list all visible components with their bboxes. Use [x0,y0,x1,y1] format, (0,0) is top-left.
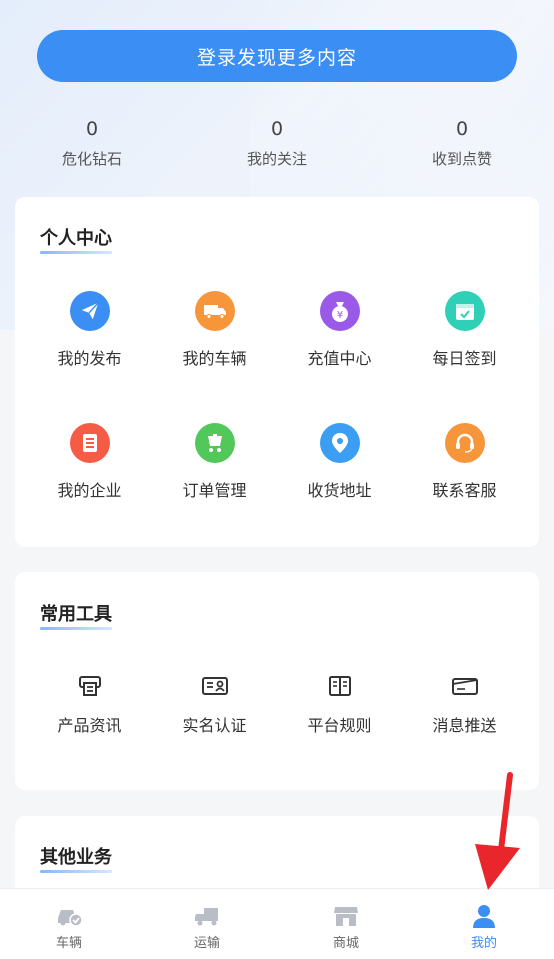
grid-item-customer-service[interactable]: 联系客服 [402,423,527,501]
tool-item-message-push[interactable]: 消息推送 [402,672,527,736]
car-icon [54,901,84,931]
stat-likes[interactable]: 0 收到点赞 [402,116,522,169]
personal-center-title: 个人中心 [40,224,112,254]
tab-label: 商城 [332,936,359,951]
printer-news-icon [76,672,104,700]
tool-item-real-name-auth[interactable]: 实名认证 [152,672,277,736]
grid-item-label: 每日签到 [432,349,497,368]
truck-icon [194,291,235,331]
tab-label: 运输 [193,936,220,951]
stat-value: 0 [85,118,99,140]
stat-label: 我的关注 [246,150,307,168]
enterprise-icon [69,423,110,463]
calendar-check-icon [444,291,485,331]
money-bag-icon: ¥ [319,291,360,331]
personal-center-card: 个人中心 我的发布 我的车辆 ¥ 充值中心 每日签到 我的企业 订单管理 收货地… [15,197,539,547]
grid-item-label: 我的发布 [57,349,122,368]
grid-item-my-posts[interactable]: 我的发布 [27,291,152,369]
tab-transport[interactable]: 运输 [138,889,276,959]
title-underline [40,870,112,873]
stats-row: 0 危化钻石 0 我的关注 0 收到点赞 [0,116,554,176]
user-icon [469,901,499,931]
login-button[interactable]: 登录发现更多内容 [37,30,517,82]
bottom-tab-bar: 车辆 运输 商城 我的 [0,888,554,959]
grid-item-daily-checkin[interactable]: 每日签到 [402,291,527,369]
stat-diamonds[interactable]: 0 危化钻石 [32,116,152,169]
grid-item-recharge[interactable]: ¥ 充值中心 [277,291,402,369]
tab-label: 我的 [470,936,497,951]
grid-item-label: 充值中心 [307,349,372,368]
grid-item-label: 订单管理 [182,481,247,500]
tab-vehicles[interactable]: 车辆 [0,889,138,959]
tool-item-label: 消息推送 [432,716,497,735]
location-pin-icon [319,423,360,463]
store-icon [331,901,361,931]
stat-label: 收到点赞 [431,150,492,168]
tools-title: 常用工具 [40,600,112,630]
envelope-icon [451,672,479,700]
stat-value: 0 [270,118,284,140]
title-underline [40,627,112,630]
grid-item-my-enterprise[interactable]: 我的企业 [27,423,152,501]
transport-truck-icon [192,901,222,931]
tool-item-label: 平台规则 [307,716,372,735]
stat-label: 危化钻石 [61,150,122,168]
tab-mine[interactable]: 我的 [415,889,553,959]
stat-follows[interactable]: 0 我的关注 [217,116,337,169]
cart-icon [194,423,235,463]
book-icon [326,672,354,700]
section-title-text: 其他业务 [40,847,112,868]
section-title-text: 个人中心 [40,228,112,249]
other-business-title: 其他业务 [40,843,112,873]
svg-text:¥: ¥ [336,310,342,321]
paper-plane-icon [69,291,110,331]
tools-card: 常用工具 产品资讯 实名认证 平台规则 消息推送 [15,572,539,790]
tool-item-label: 产品资讯 [57,716,122,735]
grid-item-label: 收货地址 [307,481,372,500]
tool-item-label: 实名认证 [182,716,247,735]
grid-item-my-vehicles[interactable]: 我的车辆 [152,291,277,369]
id-card-icon [201,672,229,700]
section-title-text: 常用工具 [40,604,112,625]
grid-item-label: 联系客服 [432,481,497,500]
tab-label: 车辆 [55,936,82,951]
grid-item-label: 我的车辆 [182,349,247,368]
grid-item-label: 我的企业 [57,481,122,500]
grid-item-shipping-address[interactable]: 收货地址 [277,423,402,501]
tool-item-platform-rules[interactable]: 平台规则 [277,672,402,736]
tool-item-product-news[interactable]: 产品资讯 [27,672,152,736]
grid-item-order-management[interactable]: 订单管理 [152,423,277,501]
tab-store[interactable]: 商城 [277,889,415,959]
title-underline [40,251,112,254]
stat-value: 0 [455,118,469,140]
headset-icon [444,423,485,463]
